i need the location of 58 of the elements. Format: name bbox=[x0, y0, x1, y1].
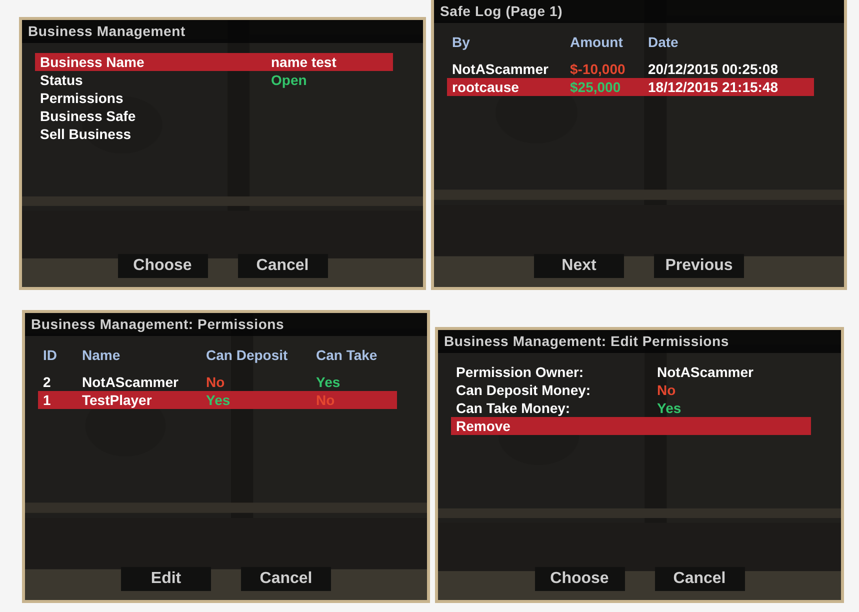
row-text: NotAScammer bbox=[657, 364, 754, 380]
list-row[interactable]: Permission Owner: NotAScammer bbox=[451, 363, 811, 381]
dialog-title: Business Management bbox=[22, 20, 423, 43]
row-text: $25,000 bbox=[570, 79, 622, 95]
row-text: Can Deposit Money: bbox=[456, 382, 592, 398]
row-text: name test bbox=[271, 54, 338, 70]
list-row[interactable]: Permissions bbox=[35, 89, 393, 107]
list-row[interactable]: Sell Business bbox=[35, 125, 393, 143]
row-text: Can Take Money: bbox=[456, 400, 572, 416]
row-text: Yes bbox=[657, 400, 682, 416]
row-text: 20/12/2015 00:25:08 bbox=[648, 61, 779, 77]
dialog-title: Business Management: Permissions bbox=[25, 313, 427, 336]
column-header: ID bbox=[43, 347, 58, 363]
list-row[interactable]: Can Take Money: Yes bbox=[451, 399, 811, 417]
row-text: Permission Owner: bbox=[456, 364, 585, 380]
row-text: NotAScammer bbox=[82, 374, 180, 390]
dialog-button[interactable]: Choose bbox=[534, 567, 624, 591]
column-header: By bbox=[452, 34, 471, 50]
row-text: 2 bbox=[43, 374, 52, 390]
list-row[interactable]: Remove bbox=[451, 417, 811, 435]
dialog-button[interactable]: Choose bbox=[118, 254, 208, 278]
dialog-button[interactable]: Cancel bbox=[654, 567, 744, 591]
row-text: Yes bbox=[206, 392, 232, 408]
dialog-button[interactable]: Cancel bbox=[241, 567, 331, 591]
row-text: No bbox=[206, 374, 226, 390]
row-text: Sell Business bbox=[40, 126, 132, 142]
column-header: Can Deposit bbox=[206, 347, 289, 363]
row-text: TestPlayer bbox=[82, 392, 153, 408]
dialog-title: Safe Log (Page 1) bbox=[434, 0, 844, 23]
row-text: 18/12/2015 21:15:48 bbox=[648, 79, 779, 95]
row-text: Business Safe bbox=[40, 108, 137, 124]
row-text: No bbox=[657, 382, 677, 398]
list-row[interactable]: Status Open bbox=[35, 71, 393, 89]
row-text: Remove bbox=[456, 418, 512, 434]
list-row[interactable]: Can Deposit Money: No bbox=[451, 381, 811, 399]
row-text: Status bbox=[40, 72, 84, 88]
column-header: Can Take bbox=[316, 347, 378, 363]
row-text: Business Name bbox=[40, 54, 146, 70]
row-text: Yes bbox=[316, 374, 342, 390]
dialog-button[interactable]: Next bbox=[534, 254, 624, 278]
dialog-button[interactable]: Edit bbox=[121, 567, 211, 591]
list-row[interactable]: NotAScammer $-10,000 20/12/2015 00:25:08 bbox=[447, 60, 814, 78]
column-header: Amount bbox=[570, 34, 624, 50]
dialog-button[interactable]: Cancel bbox=[238, 254, 328, 278]
row-text: 1 bbox=[43, 392, 52, 408]
list-row[interactable]: Business Name name test bbox=[35, 53, 393, 71]
dialog-title: Business Management: Edit Permissions bbox=[438, 330, 841, 353]
column-header: Name bbox=[82, 347, 122, 363]
list-row[interactable]: 2 NotAScammer No Yes bbox=[38, 373, 397, 391]
row-text: Open bbox=[271, 72, 308, 88]
row-text: rootcause bbox=[452, 79, 520, 95]
row-text: Permissions bbox=[40, 90, 124, 106]
list-row[interactable]: Business Safe bbox=[35, 107, 393, 125]
column-header: Date bbox=[648, 34, 680, 50]
list-row[interactable]: rootcause $25,000 18/12/2015 21:15:48 bbox=[447, 78, 814, 96]
row-text: NotAScammer bbox=[452, 61, 550, 77]
dialog-button[interactable]: Previous bbox=[654, 254, 744, 278]
row-text: $-10,000 bbox=[570, 61, 626, 77]
